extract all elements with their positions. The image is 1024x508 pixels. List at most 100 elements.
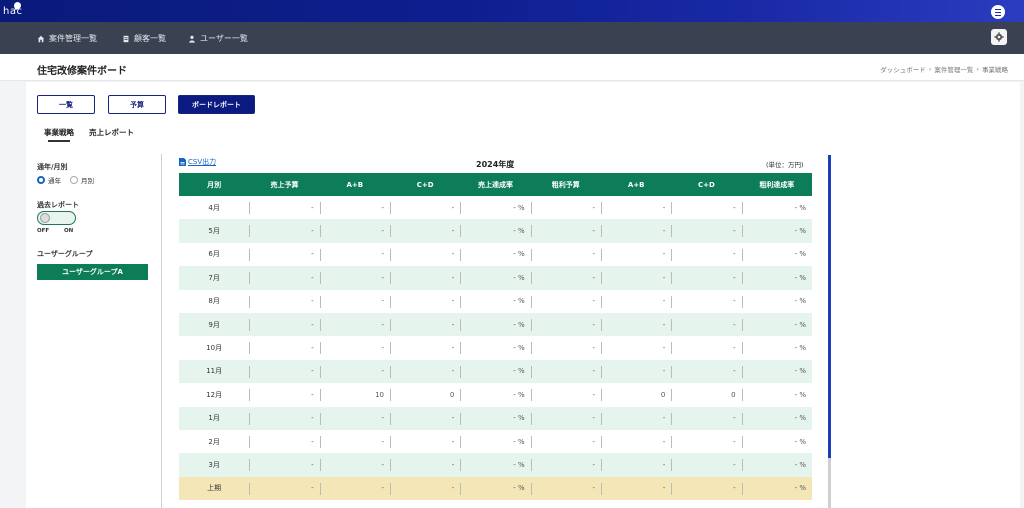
table-cell: - %: [741, 336, 812, 360]
radio-label: 通年: [48, 177, 61, 185]
breadcrumb-item[interactable]: ダッシュボード: [880, 64, 926, 74]
column-header: 月別: [179, 173, 250, 196]
table-cell: -: [600, 359, 672, 384]
table-cell: -: [671, 453, 742, 477]
tab-business-strategy[interactable]: 事業戦略: [44, 127, 74, 138]
table-cell: - %: [460, 383, 531, 407]
radio-annual[interactable]: 通年: [37, 175, 61, 185]
gear-icon: [994, 32, 1004, 42]
budget-button[interactable]: 予算: [108, 95, 166, 114]
month-cell: 上期: [179, 476, 250, 501]
main-content: 一覧 予算 ボードレポート 事業戦略 売上レポート 通年/月別 通年 月別 過去…: [26, 82, 1020, 508]
table-cell: - %: [741, 406, 812, 430]
table-cell: - %: [460, 359, 531, 384]
column-header: 粗利達成率: [741, 173, 812, 196]
csv-export-link[interactable]: CSV出力: [179, 157, 216, 167]
column-header: C+D: [389, 173, 461, 196]
scrollbar-track[interactable]: [828, 458, 831, 508]
document-icon: [123, 35, 129, 42]
table-row: 8月 - - - - % - - - - %: [179, 289, 812, 313]
month-cell: 10月: [179, 336, 250, 360]
table-cell: -: [671, 289, 742, 313]
table-cell: -: [319, 359, 390, 384]
column-header: 売上達成率: [460, 173, 531, 196]
settings-button[interactable]: [991, 29, 1007, 45]
table-cell: -: [389, 406, 461, 430]
table-row: 3月 - - - - % - - - - %: [179, 453, 812, 477]
table-cell: -: [249, 312, 320, 337]
table-row: 11月 - - - - % - - - - %: [179, 359, 812, 384]
table-cell: - %: [460, 266, 531, 290]
nav-item-customers[interactable]: 顧客一覧: [122, 33, 166, 44]
column-header: A+B: [600, 173, 672, 196]
table-cell: - %: [460, 476, 531, 501]
table-cell: -: [671, 359, 742, 384]
table-cell: -: [389, 266, 461, 290]
table-cell: -: [600, 312, 672, 337]
nav-item-cases[interactable]: 案件管理一覧: [37, 33, 97, 44]
month-cell: 8月: [179, 289, 250, 313]
csv-label: CSV出力: [188, 158, 217, 166]
home-icon: [37, 35, 45, 42]
table-header-row: 月別 売上予算 A+B C+D 売上達成率 粗利予算 A+B C+D 粗利達成率: [179, 173, 812, 196]
table-cell: -: [671, 196, 742, 220]
table-row: 4月 - - - - % - - - - %: [179, 196, 812, 220]
file-icon: [179, 158, 186, 166]
main-nav: 案件管理一覧 顧客一覧 ユーザー一覧: [0, 22, 1024, 54]
month-cell: 1月: [179, 406, 250, 430]
table-cell: -: [249, 242, 320, 267]
page-header: 住宅改修案件ボード ダッシュボード › 案件管理一覧 › 事業戦略: [0, 54, 1024, 81]
table-row: 10月 - - - - % - - - - %: [179, 336, 812, 360]
board-report-button[interactable]: ボードレポート: [178, 95, 255, 114]
table-cell: -: [249, 359, 320, 384]
table-cell: - %: [741, 383, 812, 407]
table-cell: - %: [741, 289, 812, 313]
list-view-button[interactable]: 一覧: [37, 95, 95, 114]
table-total-row: 上期 - - - - % - - - - %: [179, 476, 812, 501]
table-cell: -: [389, 312, 461, 337]
radio-monthly[interactable]: 月別: [70, 175, 94, 185]
table-row: 2月 - - - - % - - - - %: [179, 429, 812, 454]
table-cell: - %: [741, 242, 812, 267]
table-row: 9月 - - - - % - - - - %: [179, 312, 812, 337]
breadcrumb: ダッシュボード › 案件管理一覧 › 事業戦略: [880, 64, 1008, 74]
user-menu-icon[interactable]: [991, 5, 1005, 19]
month-cell: 12月: [179, 383, 250, 407]
breadcrumb-item[interactable]: 案件管理一覧: [934, 64, 973, 74]
breadcrumb-item: 事業戦略: [982, 66, 1008, 74]
table-cell: - %: [460, 219, 531, 243]
table-cell: -: [530, 359, 601, 384]
table-cell: -: [530, 219, 601, 243]
table-cell: - %: [460, 312, 531, 337]
table-cell: -: [530, 242, 601, 267]
table-cell: -: [319, 406, 390, 430]
table-cell: -: [600, 476, 672, 501]
nav-label: 顧客一覧: [134, 34, 166, 43]
table-cell: -: [671, 429, 742, 454]
tab-sales-report[interactable]: 売上レポート: [89, 127, 134, 138]
user-group-select[interactable]: ユーザーグループA: [37, 264, 148, 280]
toggle-on-label: ON: [64, 228, 74, 234]
table-cell: -: [249, 383, 320, 407]
table-cell: -: [389, 196, 461, 220]
table-cell: -: [671, 336, 742, 360]
table-body: 4月 - - - - % - - - - % 5月 - - - - % - - - - % 6月 - - - - % - - - -…: [179, 196, 812, 501]
table-cell: -: [319, 242, 390, 267]
table-cell: -: [600, 289, 672, 313]
table-cell: -: [249, 476, 320, 501]
person-icon: [189, 35, 195, 43]
table-cell: -: [319, 429, 390, 454]
table-cell: -: [249, 289, 320, 313]
table-cell: -: [389, 359, 461, 384]
nav-item-users[interactable]: ユーザー一覧: [188, 33, 248, 44]
column-header: A+B: [319, 173, 390, 196]
table-cell: -: [319, 266, 390, 290]
toggle-knob: [40, 213, 50, 223]
table-cell: - %: [741, 312, 812, 337]
table-cell: -: [671, 406, 742, 430]
past-report-toggle[interactable]: [37, 211, 76, 225]
scrollbar-thumb[interactable]: [828, 155, 831, 458]
radio-selected-icon: [37, 176, 45, 184]
page-title: 住宅改修案件ボード: [37, 66, 127, 77]
table-cell: -: [319, 476, 390, 501]
